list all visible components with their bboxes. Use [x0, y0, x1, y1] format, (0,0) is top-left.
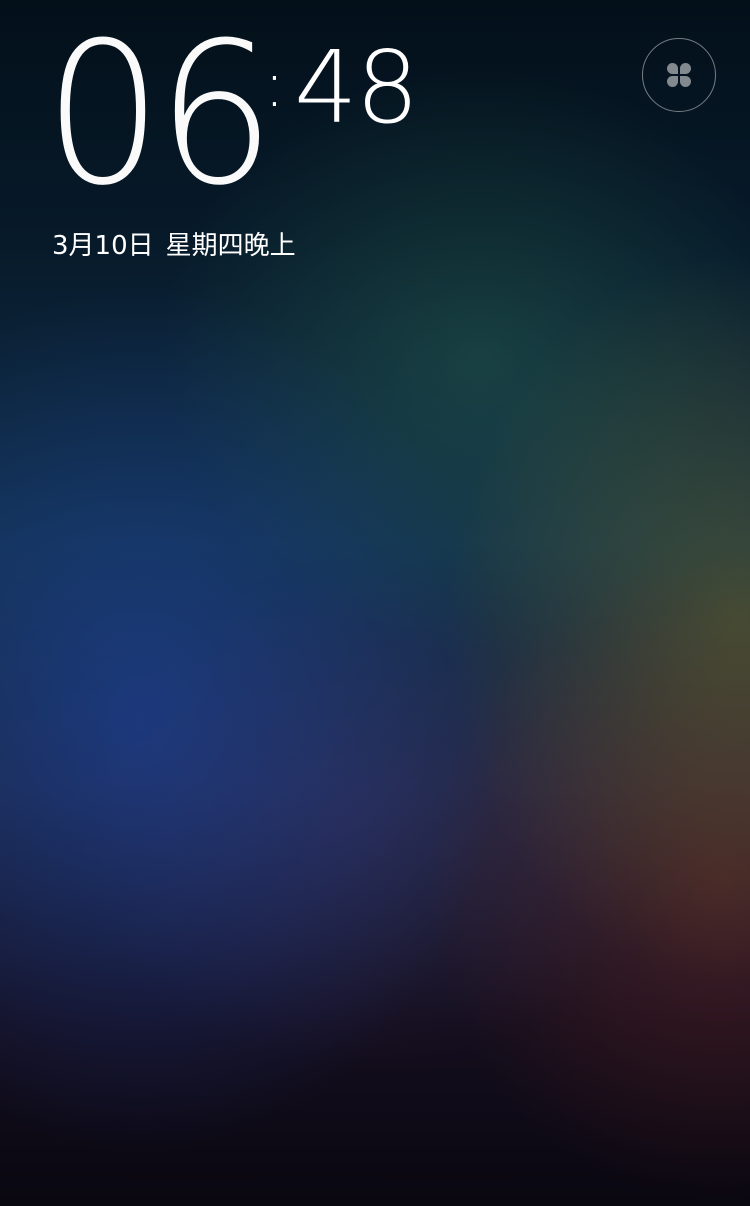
clock: 06 : 48	[44, 1, 444, 229]
clock-hours: 06	[44, 1, 275, 229]
date-text: 3月10日	[52, 231, 154, 261]
weekday-period-text: 星期四晚上	[165, 231, 296, 261]
theme-button[interactable]	[642, 38, 716, 112]
clock-separator: :	[264, 48, 285, 121]
clover-icon	[667, 63, 691, 87]
lock-screen: 06 : 48 3月10日 星期四晚上	[0, 0, 750, 1206]
date-line: 3月10日 星期四晚上	[52, 228, 296, 264]
clock-minutes: 48	[294, 29, 419, 146]
